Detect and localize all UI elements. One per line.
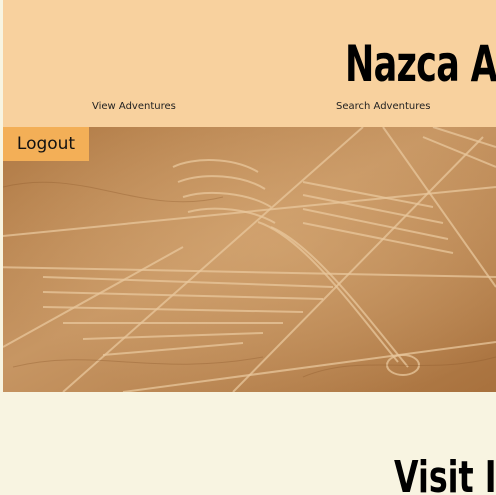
- nazca-lines-image: [3, 127, 496, 392]
- hero-image: [3, 127, 496, 392]
- nav-view-adventures[interactable]: View Adventures: [92, 100, 176, 113]
- section-title: Visit I: [394, 452, 496, 495]
- site-title: Nazca Ad: [345, 35, 496, 93]
- logout-button[interactable]: Logout: [3, 127, 89, 161]
- site-header: Nazca Ad View Adventures Search Adventur…: [3, 0, 496, 127]
- nav-search-adventures[interactable]: Search Adventures: [336, 100, 430, 113]
- page: Nazca Ad View Adventures Search Adventur…: [0, 0, 496, 495]
